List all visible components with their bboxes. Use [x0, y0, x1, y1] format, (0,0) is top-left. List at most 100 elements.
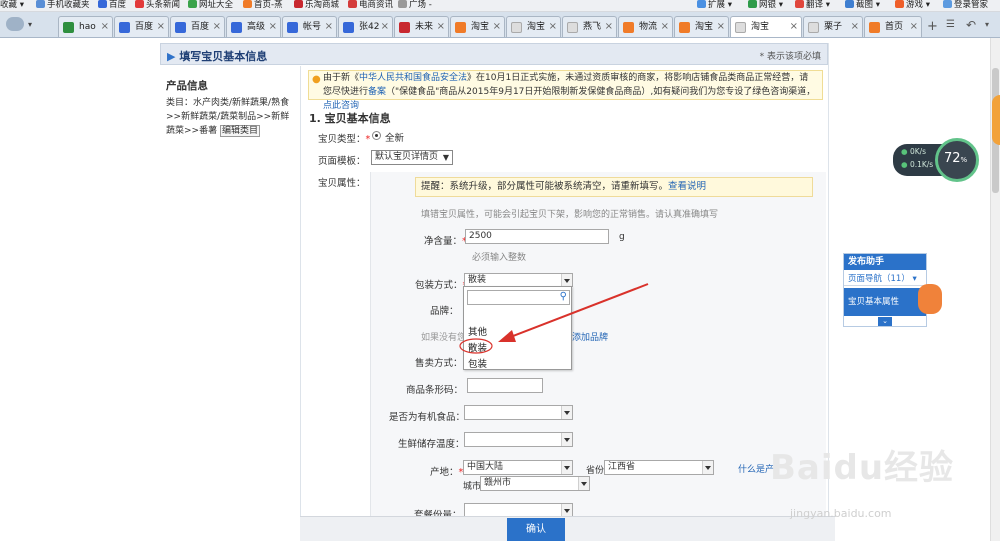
- page-icon: [735, 22, 746, 33]
- close-icon[interactable]: ×: [437, 17, 445, 37]
- taobao-icon: [679, 22, 690, 33]
- helper-item-basic-attr[interactable]: 宝贝基本属性: [844, 288, 926, 316]
- chevron-down-icon[interactable]: ⌄: [878, 317, 892, 326]
- scissors-icon: [845, 0, 854, 8]
- food-law-notice: ● 由于新《中华人民共和国食品安全法》在10月1日正式实施，未通过资质审核的商家…: [308, 70, 823, 111]
- confirm-button[interactable]: 确认: [507, 518, 565, 541]
- tab-bar: ▾ hao × 百度 × 百度 × 高级 × 帐号 × 张42 × 未来 × 淘宝 × 淘宝 × …: [0, 12, 1000, 38]
- toolbar-translate[interactable]: 翻译 ▾: [795, 0, 830, 11]
- close-icon[interactable]: ×: [381, 17, 389, 37]
- close-icon[interactable]: ×: [605, 17, 613, 37]
- bookmark-mobile[interactable]: 手机收藏夹: [36, 0, 90, 11]
- helper-nav[interactable]: 页面导航（11） ▾: [844, 272, 926, 286]
- edit-category-link[interactable]: 编辑类目: [219, 125, 260, 137]
- product-info-title: 产品信息: [166, 80, 208, 92]
- tab-future[interactable]: 未来 ×: [394, 16, 449, 37]
- toolbar-screenshot[interactable]: 截图 ▾: [845, 0, 880, 11]
- tab-taobao-2[interactable]: 淘宝 ×: [506, 16, 561, 37]
- taobao-icon: [243, 0, 252, 8]
- tab-yanfei[interactable]: 燕飞 ×: [562, 16, 617, 37]
- city-select[interactable]: 赣州市: [480, 476, 590, 491]
- chevron-down-icon[interactable]: ▾: [985, 20, 989, 29]
- province-label: 省份: [586, 466, 605, 476]
- bookmark-ecommerce[interactable]: 电商资讯: [348, 0, 393, 11]
- tab-account[interactable]: 帐号 ×: [282, 16, 337, 37]
- user-icon: [943, 0, 952, 8]
- baidu-icon: [343, 22, 354, 33]
- bottom-bar: [300, 516, 835, 541]
- close-icon[interactable]: ×: [493, 17, 501, 37]
- side-float-icon[interactable]: [992, 95, 1000, 145]
- tab-hao[interactable]: hao ×: [58, 16, 113, 37]
- tab-taobao-3[interactable]: 淘宝 ×: [674, 16, 729, 37]
- close-icon[interactable]: ×: [910, 17, 918, 37]
- new-tab-icon[interactable]: +: [927, 19, 938, 34]
- t-icon: [399, 22, 410, 33]
- close-icon[interactable]: ×: [661, 17, 669, 37]
- radio-new[interactable]: [372, 131, 381, 140]
- translate-icon: [795, 0, 804, 8]
- close-icon[interactable]: ×: [851, 17, 859, 37]
- close-icon[interactable]: ×: [325, 17, 333, 37]
- origin-select[interactable]: 中国大陆: [463, 460, 573, 475]
- cloud-icon[interactable]: [6, 17, 24, 31]
- chevron-down-icon: [561, 461, 572, 474]
- news-icon: [348, 0, 357, 8]
- toolbar-ebank[interactable]: 网银 ▾: [748, 0, 783, 11]
- bookmark-baidu[interactable]: 百度: [98, 0, 126, 11]
- close-icon[interactable]: ×: [213, 17, 221, 37]
- close-icon[interactable]: ×: [717, 17, 725, 37]
- bookmark-favorites[interactable]: 收藏 ▾: [0, 0, 24, 11]
- net-weight-input[interactable]: 2500: [465, 229, 609, 244]
- bookmark-hao123[interactable]: 网址大全: [188, 0, 233, 11]
- download-speed: ● 0.1K/s: [901, 160, 934, 169]
- view-explain-link[interactable]: 查看说明: [668, 181, 706, 192]
- origin-help-link[interactable]: 什么是产: [738, 462, 774, 475]
- template-select[interactable]: 默认宝贝详情页 ▼: [371, 150, 453, 165]
- speed-widget[interactable]: ● 0K/s ● 0.1K/s 72%: [893, 138, 979, 182]
- province-select[interactable]: 江西省: [604, 460, 714, 475]
- net-weight-hint: 必须输入整数: [472, 253, 527, 263]
- baidu-icon: [119, 22, 130, 33]
- close-icon[interactable]: ×: [790, 17, 798, 37]
- taobao-icon: [869, 22, 880, 33]
- section-title: 1. 宝贝基本信息: [309, 112, 391, 125]
- toolbar-login-manager[interactable]: 登录管家: [943, 0, 988, 11]
- net-weight-label: 净含量：*: [424, 236, 467, 247]
- tab-list-icon[interactable]: ☰: [946, 19, 955, 30]
- record-link[interactable]: 备案: [368, 87, 386, 97]
- tab-advanced[interactable]: 高级 ×: [226, 16, 281, 37]
- close-icon[interactable]: ×: [549, 17, 557, 37]
- tab-logistics[interactable]: 物流 ×: [618, 16, 673, 37]
- organic-select[interactable]: [464, 405, 573, 420]
- page-icon: [511, 22, 522, 33]
- barcode-input[interactable]: [467, 378, 543, 393]
- arrow-line: [507, 283, 649, 339]
- back-icon[interactable]: ↶: [966, 18, 976, 32]
- law-link[interactable]: 中华人民共和国食品安全法: [359, 73, 467, 83]
- tab-zhang[interactable]: 张42 ×: [338, 16, 393, 37]
- page-icon: [567, 22, 578, 33]
- close-icon[interactable]: ×: [269, 17, 277, 37]
- close-icon[interactable]: ×: [101, 17, 109, 37]
- tab-home[interactable]: 首页 ×: [864, 16, 922, 37]
- helper-title: 发布助手: [844, 254, 926, 270]
- bookmark-square[interactable]: 广场 -: [398, 0, 432, 11]
- toolbar-games[interactable]: 游戏 ▾: [895, 0, 930, 11]
- storage-select[interactable]: [464, 432, 573, 447]
- bookmark-home[interactable]: 首页-蒸: [243, 0, 283, 11]
- tab-taobao-1[interactable]: 淘宝 ×: [450, 16, 505, 37]
- tab-baidu-2[interactable]: 百度 ×: [170, 16, 225, 37]
- organic-label: 是否为有机食品：: [389, 412, 466, 423]
- chevron-down-icon[interactable]: ▾: [28, 20, 32, 29]
- close-icon[interactable]: ×: [157, 17, 165, 37]
- product-category: 类目：水产肉类/新鲜蔬果/熟食>>新鲜蔬菜/蔬菜制品>>新鲜蔬菜>>番薯 编辑类…: [166, 96, 294, 138]
- tab-baidu-1[interactable]: 百度 ×: [114, 16, 169, 37]
- toolbar-extensions[interactable]: 扩展 ▾: [697, 0, 732, 11]
- toutiao-icon: [135, 0, 144, 8]
- bookmark-toutiao[interactable]: 头条新闻: [135, 0, 180, 11]
- tab-taobao-active[interactable]: 淘宝 ×: [730, 16, 802, 37]
- tab-lizi[interactable]: 栗子 ×: [803, 16, 863, 37]
- baidu-icon: [98, 0, 107, 8]
- bookmark-letao[interactable]: 乐淘商城: [294, 0, 339, 11]
